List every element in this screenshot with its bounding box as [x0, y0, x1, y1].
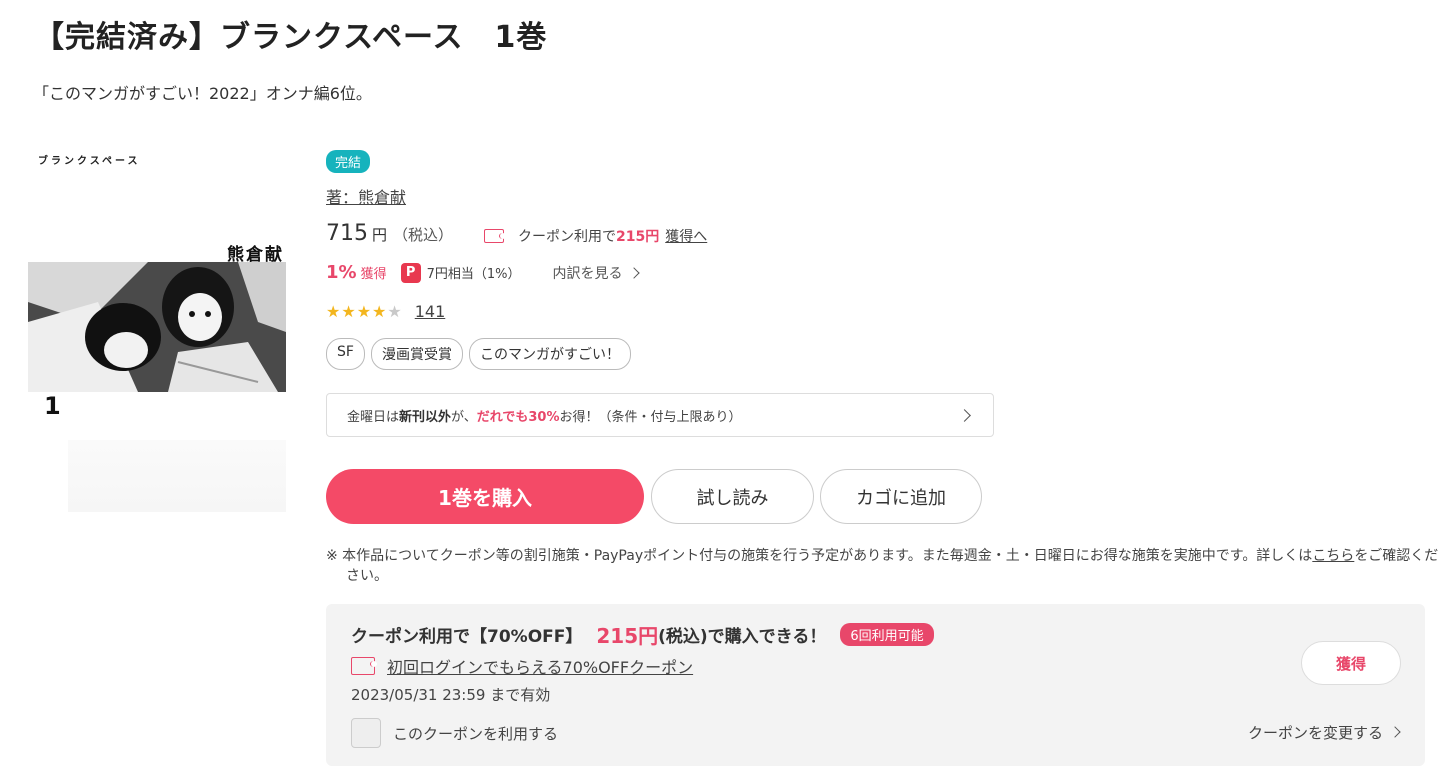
tag-award[interactable]: 漫画賞受賞: [370, 338, 463, 370]
coupon-ticket-icon: [351, 657, 377, 675]
star-icon: ★: [326, 301, 341, 321]
coupon-head-price: 215円: [596, 624, 659, 648]
coupon-expiry: 2023/05/31 23:59 まで有効: [351, 686, 551, 704]
chevron-right-icon: [628, 266, 641, 279]
points-percent: 1%: [326, 262, 357, 283]
coupon-usage-badge: 6回利用可能: [840, 623, 934, 646]
catchcopy: 「このマンガがすごい！2022」オンナ編6位。: [33, 84, 372, 103]
rating: ★ ★ ★ ★ ★ 141: [326, 302, 445, 321]
use-coupon-option[interactable]: このクーポンを利用する: [351, 718, 558, 748]
price-unit: 円: [372, 226, 388, 244]
change-coupon-label: クーポンを変更する: [1247, 724, 1383, 742]
coupon-name-link[interactable]: 初回ログインでもらえる70%OFFクーポン: [387, 654, 693, 678]
coupon-panel: クーポン利用で【70%OFF】 215円 (税込)で購入できる！ 6回利用可能 …: [326, 604, 1425, 766]
friday-highlight: だれでも30%: [476, 409, 560, 425]
coupon-get-link[interactable]: 獲得へ: [665, 226, 707, 246]
tag-sf[interactable]: SF: [326, 338, 365, 370]
friday-campaign-banner[interactable]: 金曜日は 新刊以外 が、 だれでも30% お得！（条件・付与上限あり）: [326, 393, 994, 437]
points-breakdown-link[interactable]: 内訳を見る: [552, 263, 641, 283]
paypay-icon: P: [400, 262, 421, 283]
notice-link[interactable]: こちら: [1312, 548, 1354, 564]
coupon-head-tail: (税込)で購入できる！: [658, 627, 827, 647]
tax-label: （税込）: [393, 226, 454, 244]
cover-image[interactable]: ブランクスペース 熊倉献 1: [28, 140, 286, 512]
star-half-icon: ★: [387, 301, 402, 321]
coupon-prefix: クーポン利用で: [518, 229, 616, 245]
buy-button[interactable]: 1巻を購入: [326, 469, 644, 524]
tag-konomanga[interactable]: このマンガがすごい！: [468, 338, 631, 370]
cover-title-text: ブランクスペース: [38, 156, 141, 167]
price-value: 715: [326, 221, 368, 246]
points-label: 獲得: [360, 267, 387, 282]
add-to-cart-button[interactable]: カゴに追加: [820, 469, 982, 524]
chevron-right-icon: [1389, 725, 1401, 738]
review-count-link[interactable]: 141: [415, 302, 446, 321]
notice-text: ※ 本作品についてクーポン等の割引施策・PayPayポイント付与の施策を行う予定…: [326, 548, 1313, 564]
coupon-amount: 215円: [616, 229, 660, 245]
page-title: 【完結済み】ブランクスペース 1巻: [34, 20, 548, 55]
star-icon: ★: [341, 301, 356, 321]
star-icon: ★: [372, 301, 387, 321]
coupon-headline: クーポン利用で【70%OFF】 215円 (税込)で購入できる！ 6回利用可能: [351, 620, 934, 649]
chevron-right-icon: [958, 409, 971, 422]
cover-blank: [68, 440, 286, 512]
points-breakdown-label: 内訳を見る: [552, 265, 623, 282]
trial-read-button[interactable]: 試し読み: [651, 469, 814, 524]
campaign-notice: ※ 本作品についてクーポン等の割引施策・PayPayポイント付与の施策を行う予定…: [326, 546, 1441, 586]
use-coupon-checkbox[interactable]: [351, 718, 381, 748]
points-row: 1% 獲得 P 7円相当（1%） 内訳を見る: [326, 262, 641, 283]
author-link[interactable]: 著：熊倉献: [326, 184, 406, 208]
coupon-ticket-icon: [484, 229, 506, 243]
coupon-head-prefix: クーポン利用で【70%OFF】: [351, 627, 583, 647]
coupon-inline: クーポン利用で 215円 獲得へ: [484, 226, 707, 246]
friday-text-bold: 新刊以外: [399, 409, 452, 425]
use-coupon-label: このクーポンを利用する: [393, 724, 559, 743]
cover-artwork: [28, 262, 286, 392]
points-equivalent: 7円相当（1%）: [426, 267, 521, 282]
friday-text-1: 金曜日は: [347, 409, 400, 425]
change-coupon-link[interactable]: クーポンを変更する: [1247, 722, 1401, 743]
star-icon: ★: [356, 301, 372, 321]
tag-list: SF 漫画賞受賞 このマンガがすごい！: [326, 338, 631, 370]
get-coupon-button[interactable]: 獲得: [1301, 641, 1401, 685]
coupon-name-row: 初回ログインでもらえる70%OFFクーポン: [351, 654, 693, 678]
friday-text-2: が、: [451, 409, 477, 425]
cover-volume-number: 1: [44, 392, 61, 420]
price: 715 円 （税込）: [326, 221, 453, 246]
status-badge: 完結: [326, 150, 371, 173]
friday-text-3: お得！（条件・付与上限あり）: [559, 409, 742, 425]
